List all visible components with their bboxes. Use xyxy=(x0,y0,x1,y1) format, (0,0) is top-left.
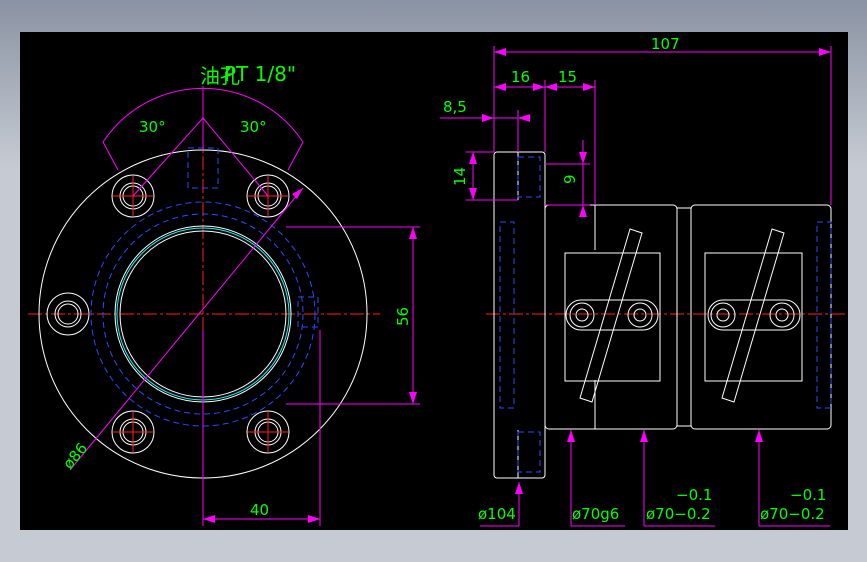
dim-86-label: ø86 xyxy=(59,439,91,472)
dim-56-label: 56 xyxy=(394,307,412,326)
dim-tol-a-label: −0.1 xyxy=(676,486,712,504)
tube-2 xyxy=(721,228,785,403)
front-dimensions xyxy=(69,86,420,526)
angle-left-label: 30° xyxy=(139,118,166,136)
cad-drawing: 油孔 PT 1/8" 30° 30° 56 40 ø86 107 16 15 8… xyxy=(28,35,846,527)
dim-14-label: 14 xyxy=(451,167,469,186)
flange-body xyxy=(493,151,546,479)
dim-d70-a-label: ø70−0.2 xyxy=(646,505,711,523)
dim-tol-b-label: −0.1 xyxy=(790,486,826,504)
side-view: 107 16 15 8,5 14 9 ø104 ø70g6 −0.1 ø70−0… xyxy=(440,35,846,527)
cad-drawing-canvas[interactable]: 油孔 PT 1/8" 30° 30° 56 40 ø86 107 16 15 8… xyxy=(20,32,848,530)
side-outline xyxy=(493,151,832,479)
tube-1 xyxy=(579,228,643,403)
dim-d70g6-label: ø70g6 xyxy=(572,505,619,523)
dim-d70-b-label: ø70−0.2 xyxy=(760,505,825,523)
oil-hole-thread-label: PT 1/8" xyxy=(224,62,296,86)
dim-16-label: 16 xyxy=(511,68,530,86)
viewer-frame: 油孔 PT 1/8" 30° 30° 56 40 ø86 107 16 15 8… xyxy=(0,0,867,562)
deflector-1 xyxy=(565,299,659,331)
nut-body-2 xyxy=(690,204,832,430)
dim-9-label: 9 xyxy=(561,174,579,184)
nut-neck xyxy=(676,207,692,427)
side-dimensions xyxy=(440,46,832,527)
dim-40-label: 40 xyxy=(250,501,269,519)
side-arrowheads xyxy=(469,48,831,494)
angle-right-label: 30° xyxy=(240,118,267,136)
dim-107-label: 107 xyxy=(651,35,680,53)
dim-d104-label: ø104 xyxy=(478,505,516,523)
front-arrowheads xyxy=(203,188,417,523)
dim-8-5-label: 8,5 xyxy=(443,98,467,116)
dim-15-label: 15 xyxy=(558,68,577,86)
deflector-2 xyxy=(707,299,801,331)
front-view: 油孔 PT 1/8" 30° 30° 56 40 ø86 xyxy=(28,62,420,526)
